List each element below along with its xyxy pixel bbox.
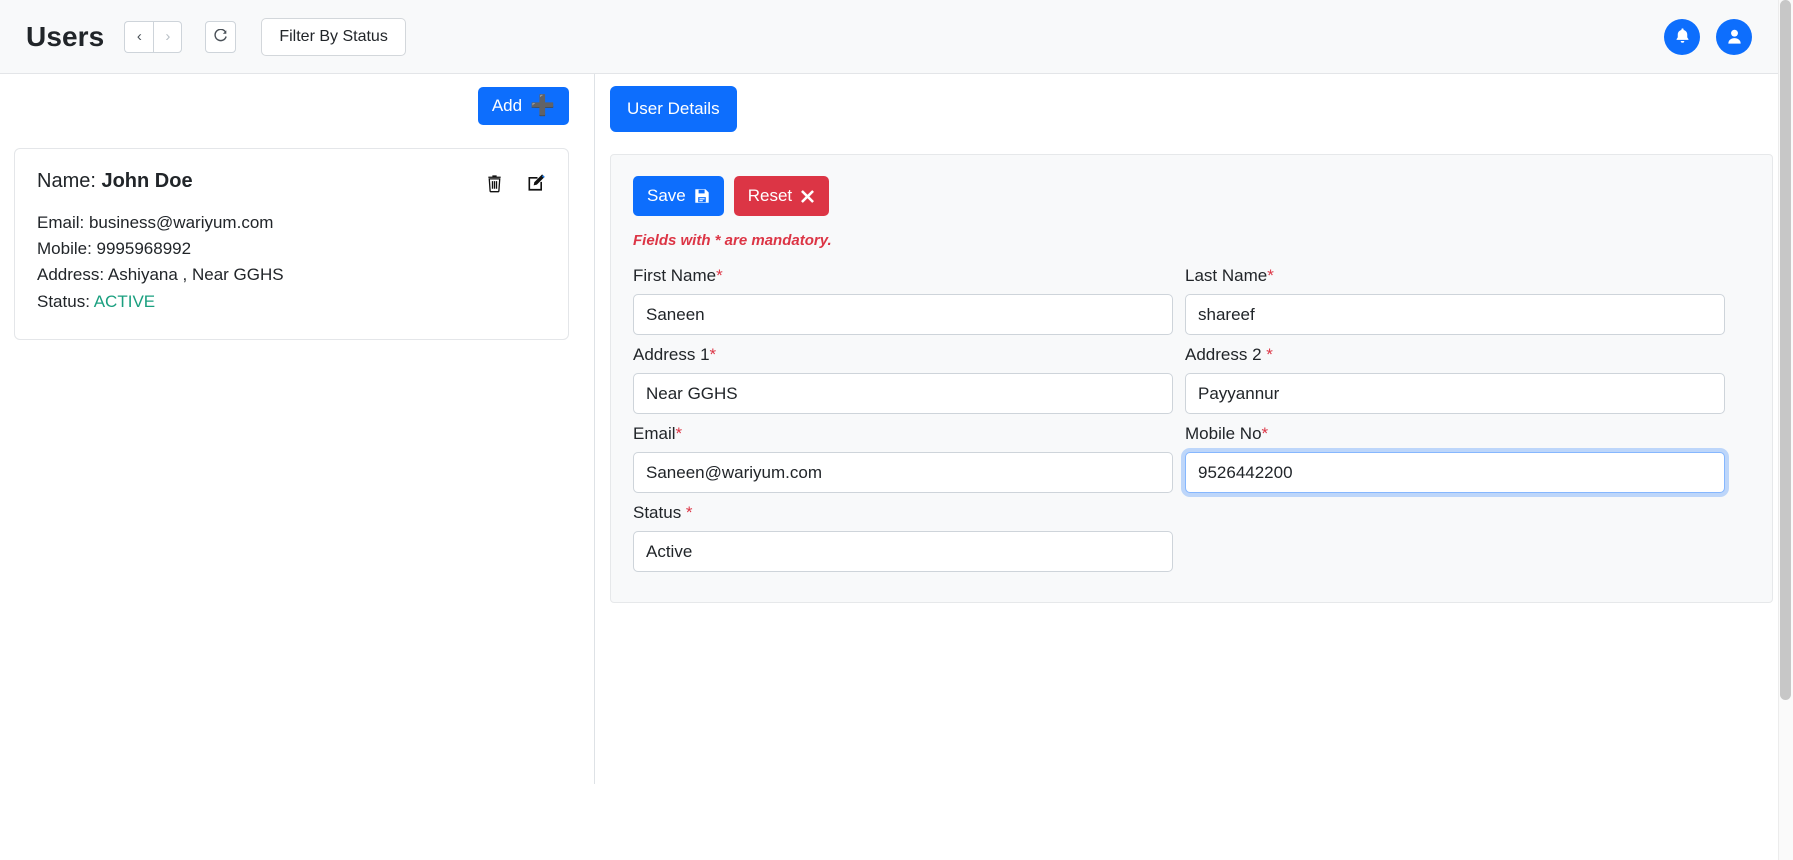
form-toolbar: Save Reset xyxy=(633,176,1750,216)
address-2-input[interactable] xyxy=(1185,373,1725,414)
scrollbar-thumb[interactable] xyxy=(1780,0,1791,700)
app-root: Users ‹ › Filter By Status Add ➕ Name: J… xyxy=(0,0,1793,860)
user-card-address: Address: Ashiyana , Near GGHS xyxy=(37,265,284,285)
address-1-label-text: Address 1 xyxy=(633,345,710,364)
chevron-left-icon: ‹ xyxy=(136,28,142,45)
nav-back-button[interactable]: ‹ xyxy=(124,20,154,53)
user-card-status: Status: ACTIVE xyxy=(37,289,546,315)
plus-icon: ➕ xyxy=(530,95,555,117)
header-right-group xyxy=(1664,18,1778,55)
user-details-form-panel: Save Reset Fields with * are mandatory. … xyxy=(610,154,1773,603)
required-asterisk: * xyxy=(1266,345,1273,364)
chevron-right-icon: › xyxy=(165,28,171,45)
mobile-no-input[interactable] xyxy=(1185,452,1725,493)
user-card-name: Name: John Doe xyxy=(37,170,193,193)
field-address-1: Address 1* xyxy=(633,335,1173,414)
save-button-label: Save xyxy=(647,186,686,205)
browser-nav-group: ‹ › xyxy=(124,20,183,53)
field-first-name: First Name* xyxy=(633,256,1173,335)
user-card-details: Email: business@wariyum.com Mobile: 9995… xyxy=(37,210,546,315)
edit-user-button[interactable] xyxy=(526,173,546,193)
required-asterisk: * xyxy=(709,345,717,364)
address-1-input[interactable] xyxy=(633,373,1173,414)
mobile-no-label-text: Mobile No xyxy=(1185,424,1262,443)
user-card-mobile: Mobile: 9995968992 xyxy=(37,239,192,259)
nav-forward-button[interactable]: › xyxy=(153,20,183,53)
first-name-input[interactable] xyxy=(633,294,1173,335)
reset-button-label: Reset xyxy=(747,186,793,205)
required-asterisk: * xyxy=(685,503,693,522)
edit-square-icon xyxy=(528,174,545,191)
add-button-label: Add xyxy=(491,96,523,115)
address-1-label: Address 1* xyxy=(633,345,1173,365)
field-last-name: Last Name* xyxy=(1185,256,1725,335)
reset-button[interactable]: Reset xyxy=(733,176,830,216)
trash-icon xyxy=(488,174,501,192)
email-label-text: Email xyxy=(633,424,676,443)
status-badge: ACTIVE xyxy=(93,291,156,311)
user-card-status-label: Status: xyxy=(37,291,90,311)
user-card-header: Name: John Doe xyxy=(37,170,546,193)
email-label: Email* xyxy=(633,424,1173,444)
page-title: Users xyxy=(26,20,105,52)
bell-icon xyxy=(1676,28,1688,43)
tab-user-details[interactable]: User Details xyxy=(610,86,737,132)
notifications-button[interactable] xyxy=(1664,18,1700,55)
user-details-column: User Details Save Reset Fields with * ar… xyxy=(610,74,1778,784)
first-name-label: First Name* xyxy=(633,266,1173,286)
delete-user-button[interactable] xyxy=(485,173,504,193)
user-details-form-grid: First Name* Last Name* Address 1* Addres… xyxy=(633,256,1750,572)
body-area: Add ➕ Name: John Doe Email: business@war… xyxy=(0,74,1778,860)
status-label-text: Status xyxy=(633,503,686,522)
status-input[interactable] xyxy=(633,531,1173,572)
header-left-group: Users ‹ › Filter By Status xyxy=(0,17,406,56)
user-card-name-label: Name: xyxy=(37,170,96,192)
account-button[interactable] xyxy=(1716,18,1752,55)
required-asterisk: * xyxy=(716,266,723,285)
reload-icon xyxy=(214,29,228,42)
user-card-actions xyxy=(485,170,546,193)
column-divider xyxy=(594,74,595,784)
add-user-button[interactable]: Add ➕ xyxy=(477,87,569,125)
floppy-save-icon xyxy=(695,189,709,203)
user-card-email: Email: business@wariyum.com xyxy=(37,213,274,232)
app-header: Users ‹ › Filter By Status xyxy=(0,0,1778,74)
address-2-label: Address 2 * xyxy=(1185,345,1725,365)
field-mobile-no: Mobile No* xyxy=(1185,414,1725,493)
field-status: Status * xyxy=(633,493,1173,572)
last-name-input[interactable] xyxy=(1185,294,1725,335)
save-button[interactable]: Save xyxy=(633,176,724,216)
close-x-icon xyxy=(801,189,815,203)
last-name-label: Last Name* xyxy=(1185,266,1725,286)
page-scrollbar[interactable] xyxy=(1778,0,1793,860)
field-address-2: Address 2 * xyxy=(1185,335,1725,414)
users-list-column: Add ➕ Name: John Doe Email: business@war… xyxy=(0,74,594,784)
mandatory-fields-note: Fields with * are mandatory. xyxy=(633,232,832,249)
required-asterisk: * xyxy=(1267,266,1274,285)
add-button-row: Add ➕ xyxy=(0,74,594,125)
user-card-name-value: John Doe xyxy=(101,170,193,192)
nav-reload-button[interactable] xyxy=(205,20,237,53)
user-card[interactable]: Name: John Doe Email: business@wariyum.c… xyxy=(14,148,569,340)
email-input[interactable] xyxy=(633,452,1173,493)
last-name-label-text: Last Name xyxy=(1185,266,1268,285)
filter-by-status-button[interactable]: Filter By Status xyxy=(261,17,406,56)
first-name-label-text: First Name xyxy=(633,266,717,285)
user-avatar-icon xyxy=(1727,29,1741,44)
status-label: Status * xyxy=(633,503,1173,523)
tab-row: User Details xyxy=(610,74,1778,132)
address-2-label-text: Address 2 xyxy=(1185,345,1267,364)
field-email: Email* xyxy=(633,414,1173,493)
required-asterisk: * xyxy=(1261,424,1269,443)
required-asterisk: * xyxy=(675,424,683,443)
mobile-no-label: Mobile No* xyxy=(1185,424,1725,444)
